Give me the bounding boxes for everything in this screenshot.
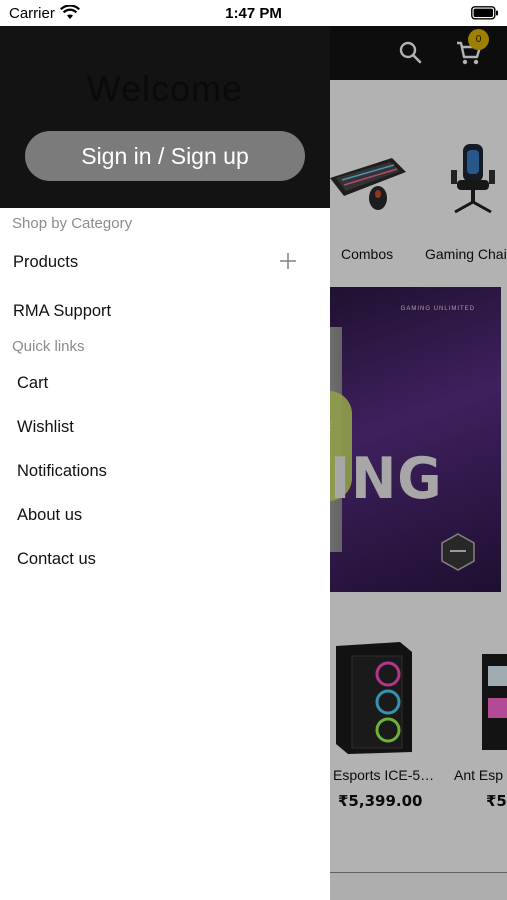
quick-link-about-us[interactable]: About us	[17, 506, 82, 525]
quick-link-notifications[interactable]: Notifications	[17, 462, 107, 481]
quick-link-wishlist[interactable]: Wishlist	[17, 418, 74, 437]
drawer-header: Welcome Sign in / Sign up	[0, 26, 330, 208]
quick-link-contact-us[interactable]: Contact us	[17, 550, 96, 569]
welcome-title: Welcome	[86, 68, 244, 109]
status-time: 1:47 PM	[225, 5, 282, 22]
sign-in-button[interactable]: Sign in / Sign up	[25, 131, 305, 181]
quick-links-label: Quick links	[12, 338, 85, 355]
menu-item-rma-support[interactable]: RMA Support	[13, 302, 111, 321]
expand-plus-icon[interactable]	[279, 252, 297, 270]
navigation-drawer: Welcome Sign in / Sign up Shop by Catego…	[0, 26, 330, 900]
battery-icon	[471, 6, 498, 20]
status-bar: Carrier 1:47 PM	[0, 0, 507, 26]
quick-link-cart[interactable]: Cart	[17, 374, 48, 393]
shop-by-category-label: Shop by Category	[12, 215, 133, 232]
menu-item-products[interactable]: Products	[13, 253, 78, 272]
